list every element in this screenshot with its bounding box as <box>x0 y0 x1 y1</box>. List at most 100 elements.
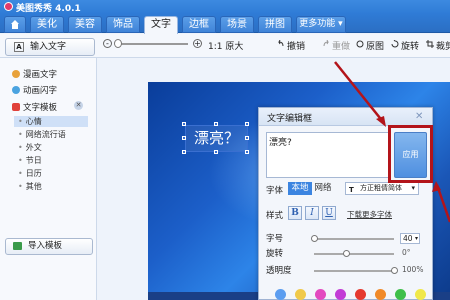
download-fonts-link[interactable]: 下载更多字体 <box>347 209 392 220</box>
original-image-icon <box>356 40 364 48</box>
rotate-label: 旋转 <box>266 249 284 259</box>
opacity-value: 100% <box>402 265 424 274</box>
app-window: 美图秀秀 4.0.1 美化 美容 饰品 文字 边框 场景 拼图 更多功能 ▾ A… <box>0 0 450 300</box>
italic-button[interactable]: I <box>305 206 319 220</box>
rotate-slider[interactable] <box>314 253 394 255</box>
color-swatch[interactable] <box>415 289 426 300</box>
size-label: 字号 <box>266 234 284 244</box>
undo-icon <box>278 40 284 47</box>
title-bar: 美图秀秀 4.0.1 <box>0 0 450 14</box>
opacity-slider[interactable] <box>314 270 396 272</box>
template-item-mood[interactable]: 心情 <box>18 116 42 127</box>
import-template-button[interactable]: 导入模板 <box>5 238 93 255</box>
redo-icon <box>323 40 329 47</box>
font-type-icon: T <box>349 186 354 194</box>
tab-text[interactable]: 文字 <box>144 16 178 34</box>
dialog-title-bar: 文字编辑框 ✕ <box>259 108 432 126</box>
crop-button[interactable]: 裁剪 <box>436 39 450 52</box>
resize-handle[interactable] <box>245 136 249 140</box>
tab-frames[interactable]: 边框 <box>182 16 216 33</box>
zoom-slider-thumb[interactable] <box>114 39 122 48</box>
collapse-icon[interactable]: ✕ <box>74 101 83 110</box>
chevron-down-icon: ▾ <box>411 184 415 192</box>
color-swatch[interactable] <box>395 289 406 300</box>
font-web-option[interactable]: 网络 <box>312 182 334 195</box>
resize-handle[interactable] <box>245 122 249 126</box>
crop-icon <box>426 40 434 48</box>
zoom-in-icon[interactable]: + <box>193 39 202 48</box>
template-item-internet-slang[interactable]: 网络流行语 <box>18 129 66 140</box>
size-slider-thumb[interactable] <box>311 235 318 242</box>
tab-more[interactable]: 更多功能 ▾ <box>296 16 346 33</box>
actual-size-button[interactable]: 1:1 原大 <box>208 39 243 52</box>
resize-handle[interactable] <box>214 150 218 154</box>
template-icon <box>12 103 20 111</box>
sidebar-item-label: 动画闪字 <box>23 86 58 96</box>
tab-ornaments[interactable]: 饰品 <box>106 16 140 33</box>
zoom-out-icon[interactable]: - <box>103 39 112 48</box>
app-logo-icon <box>4 2 13 11</box>
size-select[interactable]: 40 ▾ <box>400 233 420 244</box>
sidebar-item-animated-text[interactable]: 动画闪字 <box>12 84 57 96</box>
undo-button[interactable]: 撤销 <box>287 39 305 52</box>
sidebar-item-text-templates[interactable]: 文字模板 <box>12 101 57 113</box>
size-slider[interactable] <box>314 238 394 240</box>
color-swatch[interactable] <box>335 289 346 300</box>
font-select[interactable]: T 方正粗倩简体 ▾ <box>345 182 419 195</box>
app-title: 美图秀秀 4.0.1 <box>16 4 81 14</box>
bold-button[interactable]: B <box>288 206 302 220</box>
text-icon: A <box>14 42 24 52</box>
template-item-other[interactable]: 其他 <box>18 181 42 192</box>
rotate-button[interactable]: 旋转 <box>401 39 419 52</box>
style-label: 样式 <box>266 211 284 221</box>
input-text-label: 输入文字 <box>30 42 67 52</box>
text-input[interactable]: 漂亮? <box>266 132 389 178</box>
main-tab-bar: 美化 美容 饰品 文字 边框 场景 拼图 更多功能 ▾ <box>0 14 450 34</box>
annotation-highlight-box <box>388 125 433 183</box>
input-text-button[interactable]: A 输入文字 <box>5 38 95 56</box>
size-select-value: 40 <box>403 234 413 243</box>
resize-handle[interactable] <box>182 136 186 140</box>
sidebar-item-comic-text[interactable]: 漫画文字 <box>12 68 57 80</box>
home-icon <box>10 20 20 29</box>
tab-home[interactable] <box>4 16 26 33</box>
animated-text-icon <box>12 86 20 94</box>
template-item-calendar[interactable]: 日历 <box>18 168 42 179</box>
opacity-slider-thumb[interactable] <box>391 267 398 274</box>
color-swatch[interactable] <box>275 289 286 300</box>
sidebar-item-label: 漫画文字 <box>23 70 58 80</box>
rotate-icon <box>391 40 399 48</box>
original-image-button[interactable]: 原图 <box>366 39 384 52</box>
redo-button[interactable]: 重做 <box>332 39 350 52</box>
import-template-label: 导入模板 <box>28 241 63 251</box>
font-label: 字体 <box>266 186 284 196</box>
template-item-holidays[interactable]: 节日 <box>18 155 42 166</box>
color-swatch[interactable] <box>295 289 306 300</box>
font-local-option[interactable]: 本地 <box>288 182 312 195</box>
rotate-value: 0° <box>402 248 411 257</box>
canvas-text-box[interactable]: 漂亮？ <box>185 125 248 152</box>
underline-button[interactable]: U <box>322 206 336 220</box>
tab-scenes[interactable]: 场景 <box>220 16 254 33</box>
color-swatch[interactable] <box>315 289 326 300</box>
comic-text-icon <box>12 70 20 78</box>
rotate-slider-thumb[interactable] <box>343 250 350 257</box>
tab-collage[interactable]: 拼图 <box>258 16 292 33</box>
tab-beautify[interactable]: 美化 <box>30 16 64 33</box>
zoom-slider[interactable] <box>118 43 188 45</box>
toolbar: A 输入文字 - + 1:1 原大 撤销 重做 原图 旋转 裁剪 <box>0 34 450 58</box>
resize-handle[interactable] <box>182 150 186 154</box>
left-panel: 漫画文字 动画闪字 文字模板 ✕ 心情 网络流行语 外文 节日 日历 其他 导入… <box>0 58 97 300</box>
resize-handle[interactable] <box>182 122 186 126</box>
opacity-label: 透明度 <box>266 266 292 276</box>
template-item-foreign[interactable]: 外文 <box>18 142 42 153</box>
color-swatch[interactable] <box>355 289 366 300</box>
color-swatch[interactable] <box>375 289 386 300</box>
resize-handle[interactable] <box>214 122 218 126</box>
tab-beauty[interactable]: 美容 <box>68 16 102 33</box>
import-icon <box>13 242 22 250</box>
resize-handle[interactable] <box>245 150 249 154</box>
dialog-title: 文字编辑框 <box>267 114 313 124</box>
close-icon[interactable]: ✕ <box>415 111 423 122</box>
font-select-value: 方正粗倩简体 <box>360 184 402 192</box>
